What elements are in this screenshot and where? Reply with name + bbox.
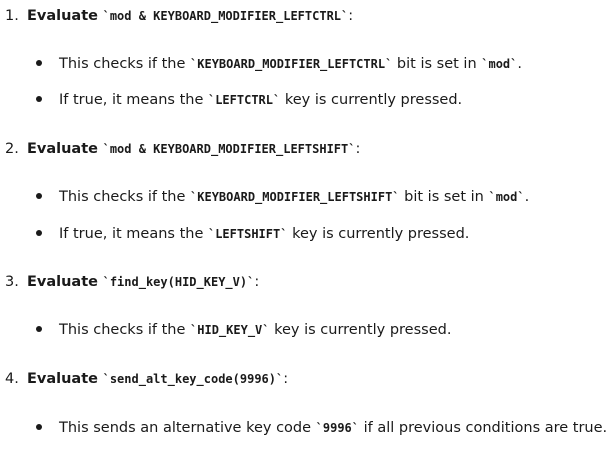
step-3-bullet-1: This checks if the `HID_KEY_V` key is cu… bbox=[36, 320, 451, 340]
step-label: Evaluate bbox=[27, 274, 98, 290]
bullet-code: `KEYBOARD_MODIFIER_LEFTSHIFT` bbox=[190, 190, 400, 204]
step-number: 2. bbox=[5, 141, 19, 157]
bullet-text-mid: key is currently pressed. bbox=[269, 322, 452, 338]
bullet-code: `LEFTCTRL` bbox=[207, 93, 281, 107]
bullet-code: `HID_KEY_V` bbox=[190, 323, 270, 337]
bullet-code: `9996` bbox=[315, 421, 360, 435]
bullet-dot-icon bbox=[36, 96, 42, 102]
bullet-dot-icon bbox=[36, 193, 42, 199]
step-code: `send_alt_key_code(9996)` bbox=[102, 372, 284, 386]
bullet-text-pre: If true, it means the bbox=[59, 92, 208, 108]
bullet-text-mid: bit is set in bbox=[399, 189, 489, 205]
bullet-text-pre: This sends an alternative key code bbox=[59, 420, 316, 436]
step-1-heading: 1. Evaluate `mod & KEYBOARD_MODIFIER_LEFT… bbox=[5, 6, 353, 26]
step-4-heading: 4. Evaluate `send_alt_key_code(9996)`: bbox=[5, 369, 288, 389]
bullet-dot-icon bbox=[36, 60, 42, 66]
step-3-heading: 3. Evaluate `find_key(HID_KEY_V)`: bbox=[5, 272, 259, 292]
step-number: 3. bbox=[5, 274, 19, 290]
step-code: `mod & KEYBOARD_MODIFIER_LEFTCTRL` bbox=[102, 9, 349, 23]
step-code: `find_key(HID_KEY_V)` bbox=[102, 275, 255, 289]
step-code: `mod & KEYBOARD_MODIFIER_LEFTSHIFT` bbox=[102, 142, 356, 156]
step-number: 4. bbox=[5, 371, 19, 387]
bullet-text-mid: key is currently pressed. bbox=[280, 92, 463, 108]
bullet-text-post: . bbox=[524, 189, 530, 205]
step-1-bullet-2: If true, it means the `LEFTCTRL` key is … bbox=[36, 90, 462, 110]
bullet-code: `KEYBOARD_MODIFIER_LEFTCTRL` bbox=[190, 57, 393, 71]
bullet-code: `LEFTSHIFT` bbox=[207, 227, 288, 241]
bullet-text-pre: This checks if the bbox=[59, 189, 191, 205]
step-label: Evaluate bbox=[27, 371, 98, 387]
step-2-bullet-2: If true, it means the `LEFTSHIFT` key is… bbox=[36, 224, 469, 244]
bullet-text-pre: This checks if the bbox=[59, 322, 191, 338]
bullet-code-2: `mod` bbox=[488, 190, 525, 204]
document-body: 1. Evaluate `mod & KEYBOARD_MODIFIER_LEFT… bbox=[0, 0, 611, 461]
bullet-code-2: `mod` bbox=[481, 57, 518, 71]
bullet-text-pre: If true, it means the bbox=[59, 226, 208, 242]
step-4-bullet-1: This sends an alternative key code `9996… bbox=[36, 418, 607, 438]
step-2-bullet-1: This checks if the `KEYBOARD_MODIFIER_LE… bbox=[36, 187, 529, 207]
step-suffix: : bbox=[355, 141, 361, 157]
bullet-text-mid: key is currently pressed. bbox=[287, 226, 470, 242]
bullet-text-pre: This checks if the bbox=[59, 56, 191, 72]
step-label: Evaluate bbox=[27, 141, 98, 157]
step-suffix: : bbox=[254, 274, 260, 290]
bullet-dot-icon bbox=[36, 230, 42, 236]
bullet-text-post: . bbox=[517, 56, 522, 72]
step-label: Evaluate bbox=[27, 8, 98, 24]
bullet-text-mid: bit is set in bbox=[392, 56, 482, 72]
step-suffix: : bbox=[283, 371, 289, 387]
step-number: 1. bbox=[5, 8, 19, 24]
step-1-bullet-1: This checks if the `KEYBOARD_MODIFIER_LE… bbox=[36, 54, 522, 74]
step-suffix: : bbox=[348, 8, 354, 24]
step-2-heading: 2. Evaluate `mod & KEYBOARD_MODIFIER_LEFT… bbox=[5, 139, 360, 159]
bullet-dot-icon bbox=[36, 424, 42, 430]
bullet-dot-icon bbox=[36, 326, 42, 332]
bullet-text-mid: if all previous conditions are true. bbox=[359, 420, 608, 436]
